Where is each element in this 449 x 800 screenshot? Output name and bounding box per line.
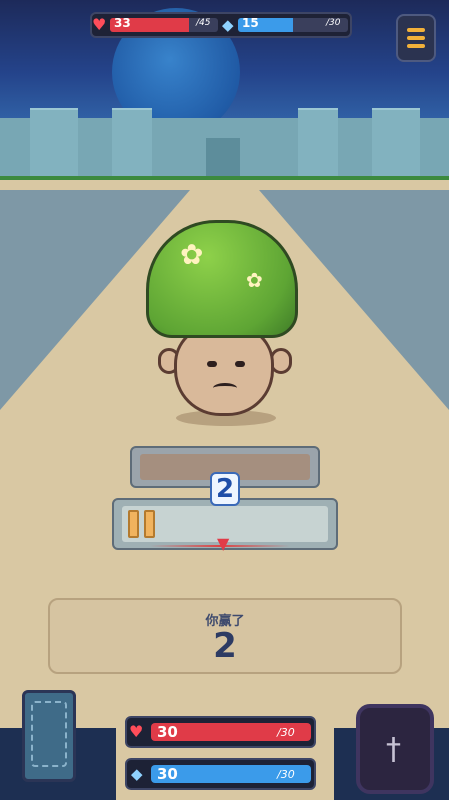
enemy-cap xyxy=(146,220,298,338)
result-message-box: 你赢了 2 xyxy=(48,598,402,674)
menu-icon xyxy=(407,28,425,32)
heart-icon: ♥ xyxy=(129,722,144,741)
wall-tower xyxy=(30,108,78,180)
menu-icon xyxy=(407,36,425,40)
top-status-bar: ♥ 33 /45 ◆ 15 /30 xyxy=(90,12,352,38)
hp-value: 33 xyxy=(114,16,131,30)
player-hp-bar: ♥ 30 /30 xyxy=(125,716,316,748)
enemy-eye xyxy=(207,361,217,367)
hit-marker xyxy=(128,510,139,538)
mana-max: /30 xyxy=(326,18,341,28)
weapon-button[interactable]: † xyxy=(356,704,434,794)
combo-counter: 2 xyxy=(210,472,240,506)
timing-pointer-icon: ▼ xyxy=(217,534,230,553)
gem-icon: ◆ xyxy=(222,16,234,34)
card-deck-icon xyxy=(31,701,67,767)
heart-icon: ♥ xyxy=(92,15,107,34)
player-mana-value: 30 xyxy=(157,765,178,783)
flower-icon: ✿ xyxy=(180,238,204,271)
mushroom-enemy[interactable]: ✿ ✿ xyxy=(146,214,306,426)
player-mana-bar: ◆ 30 /30 xyxy=(125,758,316,790)
menu-button[interactable] xyxy=(396,14,436,62)
wall-tower xyxy=(298,108,338,180)
player-hp-max: /30 xyxy=(277,726,295,739)
wall-tower xyxy=(112,108,152,180)
game-scene: ✿ ✿ xyxy=(0,0,449,800)
wall-tower xyxy=(372,108,420,180)
sword-icon: † xyxy=(386,732,401,767)
hit-marker xyxy=(144,510,155,538)
castle-wall xyxy=(0,108,449,180)
card-deck-button[interactable] xyxy=(22,690,76,782)
mana-value: 15 xyxy=(242,16,259,30)
castle-gate xyxy=(206,138,240,178)
player-hp-value: 30 xyxy=(157,723,178,741)
player-mana-max: /30 xyxy=(277,768,295,781)
hp-max: /45 xyxy=(196,18,211,28)
flower-icon: ✿ xyxy=(246,268,263,292)
result-value: 2 xyxy=(213,626,237,666)
menu-icon xyxy=(407,44,425,48)
gem-icon: ◆ xyxy=(131,765,143,783)
enemy-eye xyxy=(235,361,245,367)
enemy-mouth xyxy=(213,383,237,393)
